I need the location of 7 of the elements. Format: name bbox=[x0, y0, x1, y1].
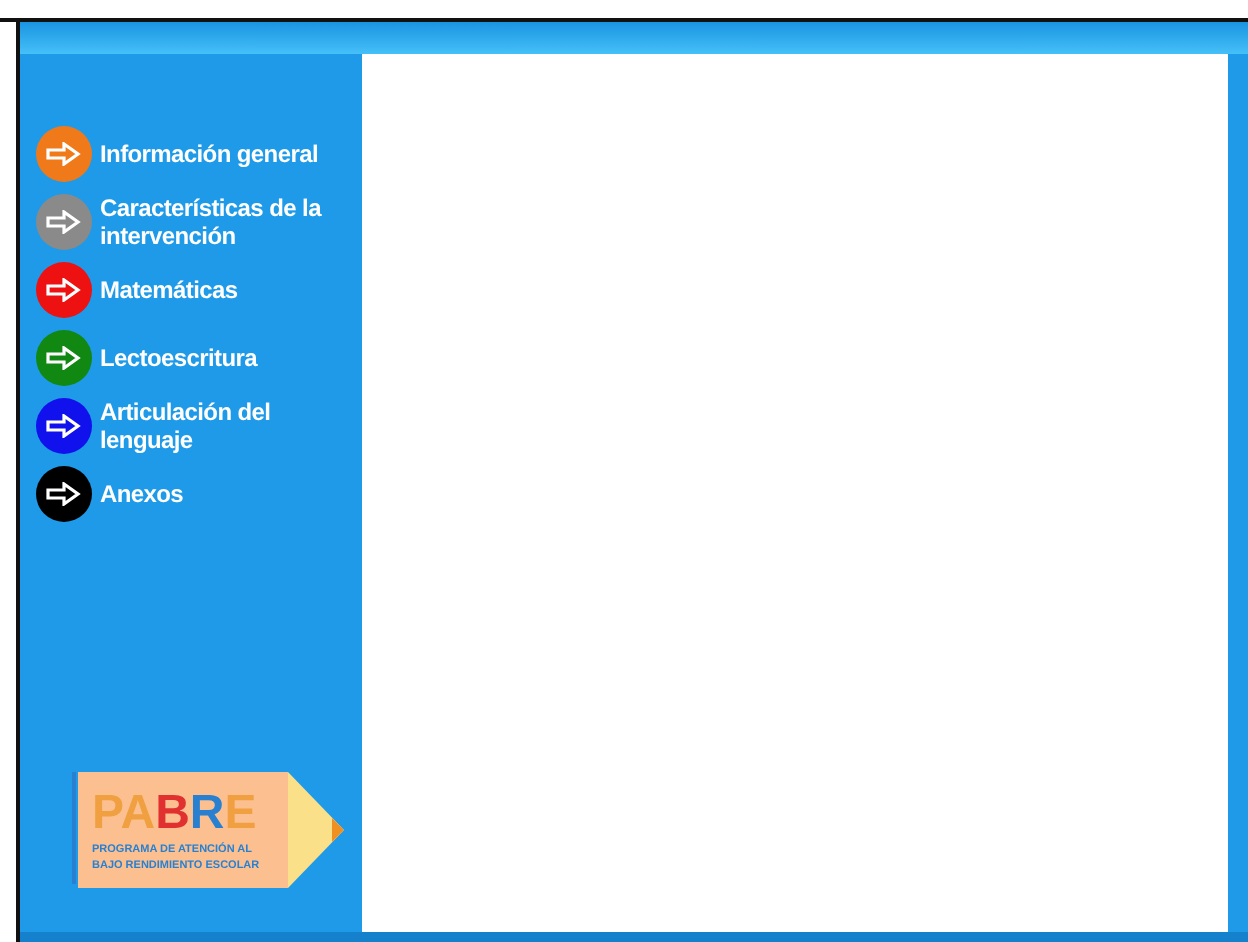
menu-item[interactable]: Articulación del lenguaje bbox=[36, 398, 366, 454]
menu-item[interactable]: Anexos bbox=[36, 466, 366, 522]
menu-item[interactable]: Características de la intervención bbox=[36, 194, 366, 250]
menu-item[interactable]: Matemáticas bbox=[36, 262, 366, 318]
logo-title: PABRE bbox=[92, 786, 257, 840]
menu-item[interactable]: Información general bbox=[36, 126, 366, 182]
menu-item[interactable]: Lectoescritura bbox=[36, 330, 366, 386]
